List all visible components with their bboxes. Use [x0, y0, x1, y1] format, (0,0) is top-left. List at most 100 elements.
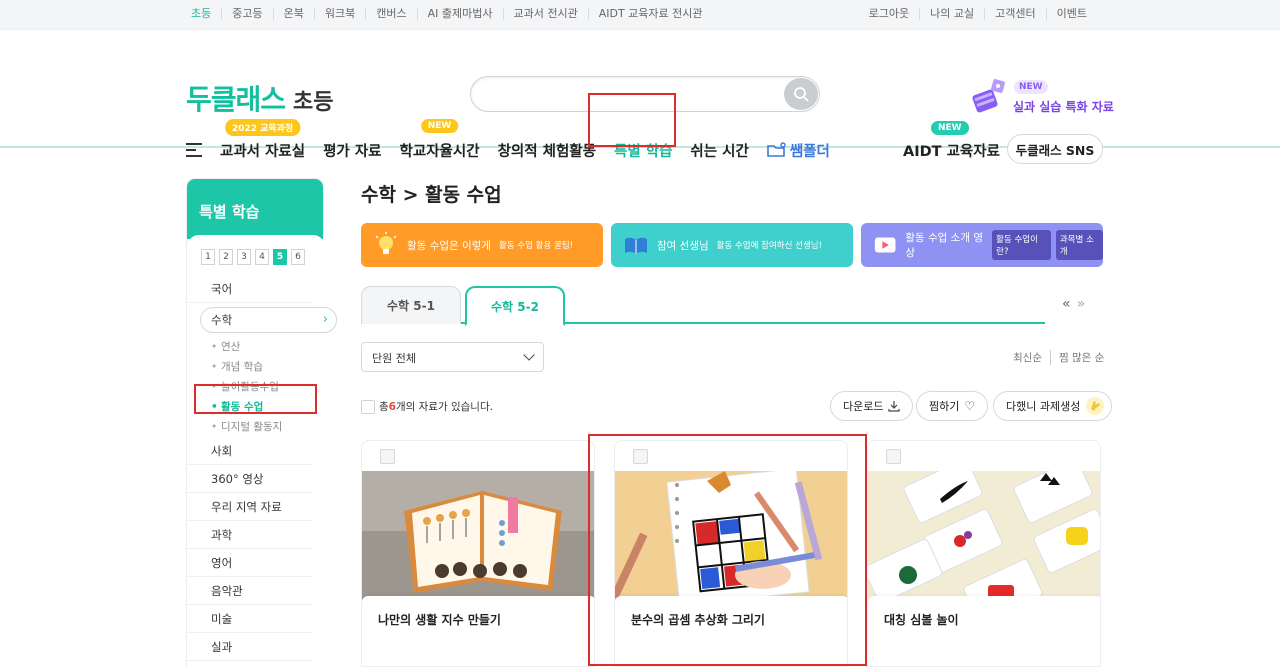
side-item-art[interactable]: 미술	[187, 605, 313, 633]
nav-label: 쉬는 시간	[690, 143, 749, 160]
banner-teachers[interactable]: 참여 선생님 활동 수업에 참여하신 선생님!	[611, 223, 853, 267]
side-item-social[interactable]: 사회	[187, 437, 313, 465]
grade-3[interactable]: 3	[237, 249, 251, 265]
site-logo[interactable]: 두클래스 초등	[186, 78, 334, 118]
menu-icon[interactable]	[186, 143, 202, 157]
download-icon	[888, 401, 901, 412]
customer-center-link[interactable]: 고객센터	[984, 8, 1045, 20]
side-item-practical-arts[interactable]: 실과	[187, 633, 313, 661]
search-button[interactable]	[784, 78, 818, 110]
grade-5[interactable]: 5	[273, 249, 287, 265]
download-label: 다운로드	[843, 400, 884, 413]
top-link-textbook-hall[interactable]: 교과서 전시관	[502, 8, 588, 20]
count-prefix: 총	[379, 401, 389, 413]
nav-label: 평가 자료	[323, 143, 382, 160]
banner-chip-by-subject[interactable]: 과목별 소개	[1055, 230, 1104, 260]
grade-1[interactable]: 1	[201, 249, 215, 265]
event-link[interactable]: 이벤트	[1045, 8, 1097, 20]
tab-math-5-1[interactable]: 수학 5-1	[361, 286, 461, 324]
nav-ssam-folder[interactable]: 쌤폴더	[767, 140, 830, 161]
top-link-canvas[interactable]: 캔버스	[365, 8, 416, 20]
download-button[interactable]: 다운로드	[830, 391, 914, 421]
banner-intro-video[interactable]: 활동 수업 소개 영상 활동 수업이란? 과목별 소개	[861, 223, 1104, 267]
top-link-onbook[interactable]: 온북	[272, 8, 314, 20]
side-item-label: 수학	[211, 313, 233, 327]
highlight-box-special-learning	[588, 93, 676, 147]
resource-card[interactable]: 나만의 생활 지수 만들기	[361, 440, 595, 667]
card-checkbox[interactable]	[886, 449, 901, 464]
banner-label: 활동 수업은 이렇게	[407, 239, 491, 252]
select-all-checkbox[interactable]	[361, 399, 375, 414]
logout-link[interactable]: 로그아웃	[865, 8, 919, 20]
side-item-math[interactable]: 수학 ›	[200, 307, 337, 333]
nav-school-autonomy[interactable]: NEW 학교자율시간	[399, 118, 480, 161]
top-link-workbook[interactable]: 워크북	[313, 8, 365, 20]
side-sub-digital-worksheet[interactable]: 디지털 활동지	[187, 417, 313, 437]
side-item-music[interactable]: 음악관	[187, 577, 313, 605]
top-link-middle-high[interactable]: 중고등	[221, 8, 272, 20]
create-task-button[interactable]: 다했니 과제생성	[993, 391, 1113, 421]
promo-text: 실과 실습 특화 자료	[1013, 100, 1114, 114]
grade-4[interactable]: 4	[255, 249, 269, 265]
promo-practical-arts[interactable]: NEW 실과 실습 특화 자료	[968, 74, 1114, 120]
nav-assessment[interactable]: 평가 자료	[323, 140, 381, 161]
nav-creative-activities[interactable]: 창의적 체험활동	[498, 140, 596, 161]
logo-sub-text: 초등	[293, 90, 334, 115]
nav-textbook-resources[interactable]: 2022 교육과정 교과서 자료실	[220, 118, 305, 161]
side-item-local-resources[interactable]: 우리 지역 자료	[187, 493, 313, 521]
tab-math-5-2[interactable]: 수학 5-2	[465, 286, 565, 326]
page-title: 수학 > 활동 수업	[361, 184, 502, 206]
banner-label: 활동 수업 소개 영상	[905, 232, 983, 259]
my-classroom-link[interactable]: 나의 교실	[919, 8, 984, 20]
side-sub-arithmetic[interactable]: 연산	[187, 337, 313, 357]
unit-select-value: 단원 전체	[372, 352, 416, 365]
promo-new-badge: NEW	[1014, 80, 1048, 94]
chevron-down-icon	[523, 349, 535, 361]
highlight-box-fraction-card	[588, 434, 867, 666]
side-sub-concept[interactable]: 개념 학습	[187, 357, 313, 377]
logo-text: 두클래스	[186, 83, 286, 116]
sort-latest[interactable]: 최신순	[1013, 350, 1042, 365]
top-utility-bar: 초등 중고등 온북 워크북 캔버스 AI 출제마법사 교과서 전시관 AIDT …	[0, 0, 1280, 30]
sort-options: 최신순 찜 많은 순	[1013, 350, 1104, 365]
side-nav-title: 특별 학습	[187, 179, 323, 239]
grade-2[interactable]: 2	[219, 249, 233, 265]
banner-row: 활동 수업은 이렇게 활동 수업 활용 꿀팁! 참여 선생님 활동 수업에 참여…	[361, 223, 1104, 267]
top-site-links: 초등 중고등 온북 워크북 캔버스 AI 출제마법사 교과서 전시관 AIDT …	[187, 8, 713, 20]
unit-select[interactable]: 단원 전체	[361, 342, 544, 372]
prev-arrow-icon[interactable]: «	[1062, 296, 1077, 312]
side-item-360-video[interactable]: 360° 영상	[187, 465, 313, 493]
top-link-elementary[interactable]: 초등	[187, 8, 221, 20]
nav-aidt-resources[interactable]: NEW AIDT 교육자료	[903, 121, 1000, 161]
banner-how-to[interactable]: 활동 수업은 이렇게 활동 수업 활용 꿀팁!	[361, 223, 603, 267]
side-item-science[interactable]: 과학	[187, 521, 313, 549]
grade-6[interactable]: 6	[291, 249, 305, 265]
nav-label: 학교자율시간	[399, 143, 480, 160]
side-item-korean[interactable]: 국어	[187, 275, 313, 303]
nav-badge-new: NEW	[420, 118, 459, 133]
folder-icon	[767, 142, 786, 157]
banner-chip-what-is[interactable]: 활동 수업이란?	[992, 230, 1051, 260]
banner-label: 참여 선생님	[657, 239, 709, 252]
nav-label: 창의적 체험활동	[497, 143, 596, 160]
card-thumbnail-symbol-play	[868, 471, 1100, 601]
sns-button[interactable]: 두클래스 SNS	[1007, 134, 1103, 164]
card-checkbox[interactable]	[380, 449, 395, 464]
top-link-aidt-hall[interactable]: AIDT 교육자료 전시관	[587, 8, 713, 20]
like-label: 찜하기	[929, 400, 960, 413]
next-arrow-icon[interactable]: »	[1077, 296, 1092, 312]
like-button[interactable]: 찜하기 ♡	[916, 391, 989, 421]
grade-tabs: 수학 5-1 수학 5-2	[361, 286, 1045, 326]
task-label: 다했니 과제생성	[1006, 400, 1081, 413]
nav-badge-curriculum: 2022 교육과정	[224, 118, 301, 136]
highlight-box-activity-menu	[194, 384, 317, 414]
sort-most-liked[interactable]: 찜 많은 순	[1049, 350, 1104, 365]
side-nav-body: 1 2 3 4 5 6 국어 수학 › 연산 개념 학습 놀이활동수업 활동 수…	[187, 235, 337, 669]
resource-card[interactable]: 대칭 심볼 놀이	[867, 440, 1101, 667]
top-link-ai-quiz[interactable]: AI 출제마법사	[416, 8, 503, 20]
side-item-english[interactable]: 영어	[187, 549, 313, 577]
nav-break-time[interactable]: 쉬는 시간	[690, 140, 748, 161]
chevron-right-icon: ›	[322, 312, 328, 327]
tab-pager: «»	[1062, 296, 1091, 312]
banner-sub: 활동 수업에 참여하신 선생님!	[716, 241, 822, 251]
